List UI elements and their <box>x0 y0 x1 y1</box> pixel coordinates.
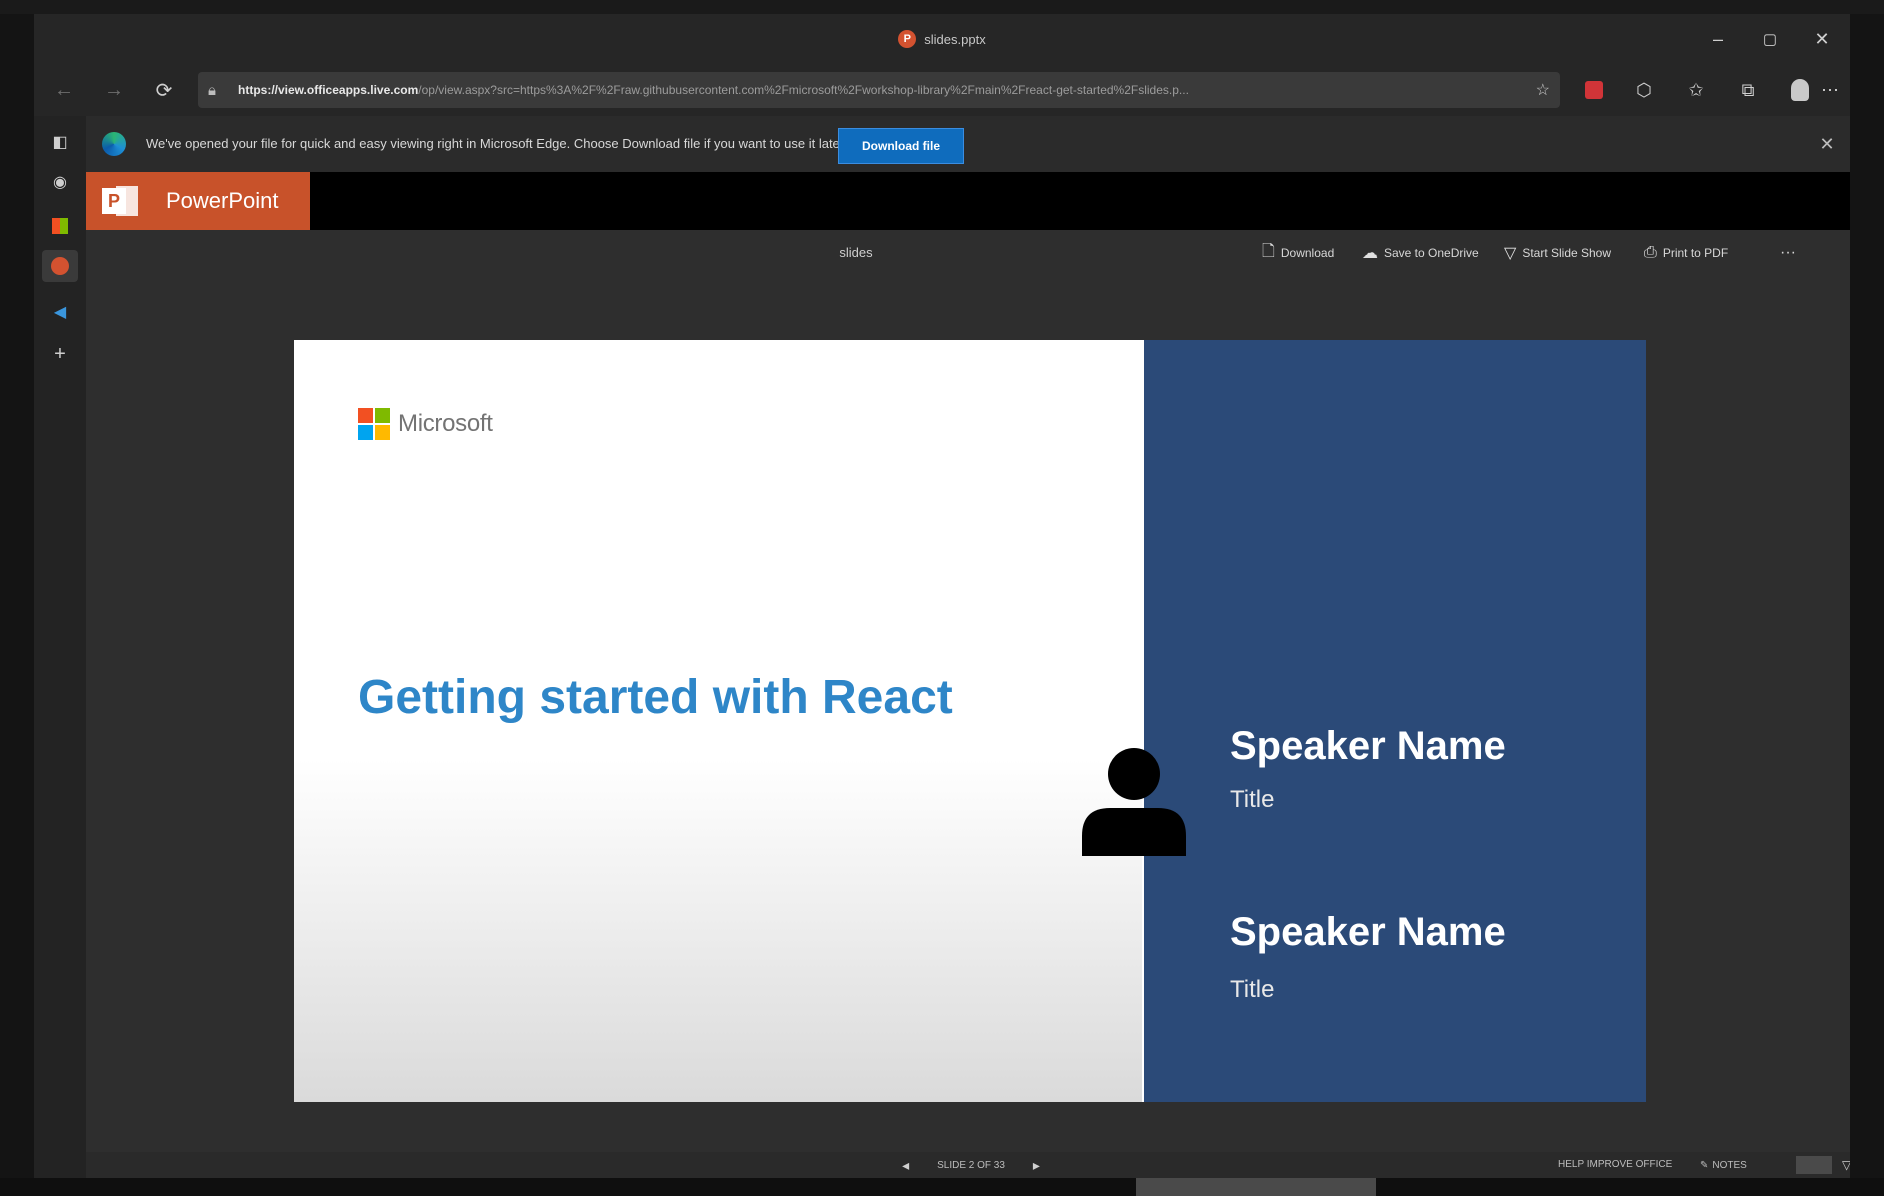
favorites-icon[interactable]: ✩ <box>1676 72 1716 108</box>
notes-button[interactable]: ✎ NOTES <box>1700 1152 1747 1178</box>
help-improve-office-link[interactable]: HELP IMPROVE OFFICE <box>1558 1152 1672 1178</box>
navigation-bar: ← → ⟳ 🔒︎ https://view.officeapps.live.co… <box>34 64 1850 116</box>
screen-bezel <box>0 0 1884 14</box>
close-icon[interactable]: ✕ <box>1812 116 1842 172</box>
speaker-name-1: Speaker Name <box>1230 724 1506 768</box>
printer-icon: ⎙ <box>1644 244 1657 261</box>
restore-button[interactable]: ▢ <box>1744 14 1796 64</box>
person-icon <box>1082 748 1186 856</box>
more-commands-button[interactable]: ··· <box>1780 230 1796 276</box>
microsoft-wordmark: Microsoft <box>398 410 493 437</box>
slide-title: Getting started with React <box>358 671 953 724</box>
powerpoint-brand[interactable]: P PowerPoint <box>86 172 310 230</box>
cloud-icon: ☁ <box>1362 245 1378 262</box>
favorite-add-icon[interactable]: ☆ <box>1536 72 1550 108</box>
print-to-pdf-button[interactable]: ⎙ Print to PDF <box>1644 230 1728 276</box>
start-slideshow-label: Start Slide Show <box>1522 246 1612 260</box>
notes-icon: ✎ <box>1700 1159 1709 1171</box>
edge-logo-icon <box>102 132 126 156</box>
slide-left-panel: Microsoft Getting started with React <box>294 340 1142 1102</box>
slideshow-view-icon[interactable]: ▽ <box>1842 1152 1850 1178</box>
collections-icon[interactable]: ⧉ <box>1728 72 1768 108</box>
slide-position: SLIDE 2 OF 33 <box>937 1159 1005 1171</box>
office-apps-icon[interactable] <box>42 210 78 242</box>
powerpoint-file-icon: P <box>898 30 917 48</box>
powerpoint-tab-icon[interactable] <box>42 250 78 282</box>
pdf-extension-icon[interactable] <box>1574 72 1614 108</box>
minimize-button[interactable]: – <box>1692 14 1744 64</box>
powerpoint-logo-icon: P <box>102 183 142 219</box>
start-slide-show-button[interactable]: ▽ Start Slide Show <box>1504 230 1611 276</box>
status-bar: ◂ SLIDE 2 OF 33 ▸ HELP IMPROVE OFFICE ✎ … <box>86 1152 1850 1178</box>
vscode-icon[interactable]: ◀ <box>42 296 78 328</box>
address-bar[interactable]: 🔒︎ https://view.officeapps.live.com/op/v… <box>198 72 1560 108</box>
title-bar: P slides.pptx – ▢ ✕ <box>34 14 1850 64</box>
edge-info-bar: We've opened your file for quick and eas… <box>86 116 1850 172</box>
github-icon[interactable]: ◉ <box>42 166 78 198</box>
notes-label: NOTES <box>1712 1159 1747 1171</box>
microsoft-logo: Microsoft <box>358 408 493 440</box>
add-tab-icon[interactable]: + <box>42 338 78 370</box>
slideshow-icon: ▽ <box>1504 245 1517 262</box>
back-button[interactable]: ← <box>46 72 82 108</box>
url-host: https://view.officeapps.live.com <box>238 83 419 97</box>
slide: Microsoft Getting started with React Spe… <box>294 340 1646 1102</box>
browser-window: P slides.pptx – ▢ ✕ ← → ⟳ 🔒︎ https://vie… <box>34 14 1850 1180</box>
refresh-button[interactable]: ⟳ <box>146 72 182 108</box>
normal-view-button[interactable] <box>1796 1156 1832 1174</box>
url-text[interactable]: https://view.officeapps.live.com/op/view… <box>238 72 1478 108</box>
microsoft-logo-icon <box>358 408 390 440</box>
save-onedrive-label: Save to OneDrive <box>1384 246 1479 260</box>
download-label: Download <box>1280 246 1335 260</box>
more-icon[interactable]: ⋯ <box>1810 72 1850 108</box>
webcam-preview <box>1136 1178 1376 1196</box>
office-header: P PowerPoint <box>86 172 1850 230</box>
info-message: We've opened your file for quick and eas… <box>146 136 848 151</box>
tab-actions-icon[interactable]: ◧ <box>42 126 78 158</box>
command-bar: slides 🗋︎ Download ☁ Save to OneDrive ▽ … <box>86 230 1850 276</box>
window-title: P slides.pptx <box>34 14 1850 64</box>
speaker-title-1: Title <box>1230 786 1275 813</box>
lock-icon[interactable]: 🔒︎ <box>208 72 216 108</box>
print-pdf-label: Print to PDF <box>1662 246 1729 260</box>
save-to-onedrive-button[interactable]: ☁ Save to OneDrive <box>1362 230 1479 276</box>
extension-icon[interactable]: ⬡ <box>1624 72 1664 108</box>
tab-title: slides.pptx <box>924 31 986 47</box>
close-window-button[interactable]: ✕ <box>1796 14 1848 64</box>
browser-sidebar: ◧ ◉ ◀ + <box>34 116 87 1180</box>
screen-bottom-strip <box>0 1178 1884 1196</box>
forward-button[interactable]: → <box>96 72 132 108</box>
speaker-panel: Speaker Name Title Speaker Name Title <box>1144 340 1646 1102</box>
app-name: PowerPoint <box>166 188 279 213</box>
previous-slide-button[interactable]: ◂ <box>902 1157 909 1174</box>
download-icon: 🗋︎ <box>1262 242 1275 260</box>
presentation-viewer: slides 🗋︎ Download ☁ Save to OneDrive ▽ … <box>86 230 1850 1178</box>
url-path: /op/view.aspx?src=https%3A%2F%2Fraw.gith… <box>418 83 1189 97</box>
download-button[interactable]: 🗋︎ Download <box>1262 230 1334 276</box>
download-file-button[interactable]: Download file <box>838 128 964 164</box>
next-slide-button[interactable]: ▸ <box>1033 1157 1040 1174</box>
speaker-title-2: Title <box>1230 976 1275 1003</box>
speaker-name-2: Speaker Name <box>1230 910 1506 954</box>
